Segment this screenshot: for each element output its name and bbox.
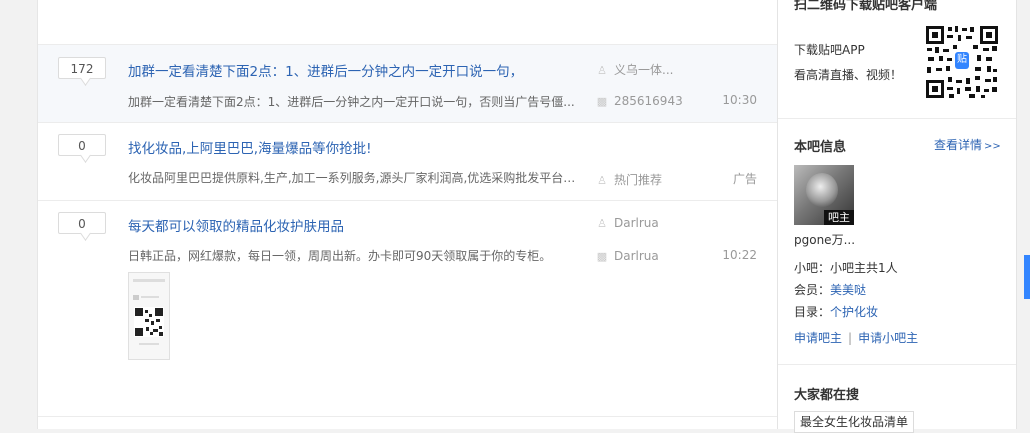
thread-last-replier[interactable]: ▩ 285616943 bbox=[596, 94, 683, 108]
thread-title-link[interactable]: 每天都可以领取的精品化妆护肤用品 bbox=[128, 215, 568, 235]
user-icon: ♙ bbox=[597, 64, 607, 77]
thread-title-link[interactable]: 找化妆品,上阿里巴巴,海量爆品等你抢批! bbox=[128, 137, 568, 157]
member-label: 会员： bbox=[794, 283, 831, 297]
thread-title-link[interactable]: 加群一定看清楚下面2点：1、进群后一分钟之内一定开口说一句， bbox=[128, 60, 568, 80]
tieba-logo-icon: 贴 bbox=[957, 54, 967, 65]
qr-code-image bbox=[129, 273, 169, 359]
view-details-link[interactable]: 查看详情 >> bbox=[934, 136, 1001, 153]
apply-row: 申请吧主 | 申请小吧主 bbox=[794, 329, 918, 346]
trending-search-title: 大家都在搜 bbox=[794, 388, 860, 403]
app-download-text: 下载贴吧APP bbox=[794, 43, 865, 57]
sidebar: 扫二维码下载贴吧客户端 下载贴吧APP 看高清直播、视频！ 贴 本吧信息 查看详… bbox=[777, 0, 1017, 433]
thread-last-replier[interactable]: ▩ Darlrua bbox=[596, 249, 659, 263]
thread-item[interactable]: 0 找化妆品,上阿里巴巴,海量爆品等你抢批! 化妆品阿里巴巴提供原料,生产,加工… bbox=[38, 123, 777, 201]
app-feature-text: 看高清直播、视频！ bbox=[794, 68, 903, 82]
apply-small-moderator-link[interactable]: 申请小吧主 bbox=[858, 331, 918, 345]
moderator-name[interactable]: pgone万... bbox=[794, 231, 855, 248]
user-icon: ♙ bbox=[597, 217, 607, 230]
comment-icon: ▩ bbox=[596, 250, 608, 263]
last-replier-name[interactable]: Darlrua bbox=[614, 249, 659, 263]
search-tag[interactable]: 最全女生化妆品清单 bbox=[794, 411, 915, 433]
catalog-link[interactable]: 个护化妆 bbox=[830, 305, 878, 319]
thread-item[interactable]: 172 加群一定看清楚下面2点：1、进群后一分钟之内一定开口说一句， 加群一定看… bbox=[38, 44, 777, 123]
thread-author[interactable]: ♙ Darlrua bbox=[596, 216, 659, 230]
small-moderator-count: 小吧主共1人 bbox=[830, 261, 898, 275]
thread-author[interactable]: ♙ 热门推荐 bbox=[596, 171, 662, 188]
member-row: 会员：美美哒 bbox=[794, 281, 866, 298]
avatar-photo bbox=[806, 173, 838, 207]
author-name[interactable]: 热门推荐 bbox=[614, 173, 662, 187]
small-moderator-row: 小吧：小吧主共1人 bbox=[794, 259, 898, 276]
user-icon: ♙ bbox=[597, 174, 607, 187]
member-name-link[interactable]: 美美哒 bbox=[830, 283, 866, 297]
forum-info-title: 本吧信息 bbox=[794, 140, 847, 155]
catalog-row: 目录：个护化妆 bbox=[794, 303, 878, 320]
reply-count-badge: 172 bbox=[58, 57, 106, 79]
reply-count-badge: 0 bbox=[58, 134, 106, 156]
ad-label: 广告 bbox=[732, 172, 757, 186]
qr-code[interactable]: 贴 bbox=[925, 25, 999, 99]
thread-time: 10:30 bbox=[722, 93, 757, 107]
moderator-badge: 吧主 bbox=[824, 210, 854, 225]
separator: | bbox=[848, 331, 853, 345]
scroll-indicator[interactable] bbox=[1024, 255, 1030, 299]
thread-abstract: 日韩正品，网红爆款，每日一领，周周出新。办卡即可90天领取属于你的专柜。 bbox=[128, 249, 552, 263]
qr-heading: 扫二维码下载贴吧客户端 bbox=[794, 0, 938, 13]
small-moderator-label: 小吧： bbox=[794, 261, 831, 275]
last-replier-name[interactable]: 285616943 bbox=[614, 94, 683, 108]
moderator-avatar[interactable]: 吧主 bbox=[794, 165, 854, 225]
thread-image-thumbnail[interactable] bbox=[128, 272, 170, 360]
thread-abstract: 加群一定看清楚下面2点：1、进群后一分钟之内一定开口说一句，否则当广告号僵... bbox=[128, 95, 575, 109]
reply-count-badge: 0 bbox=[58, 212, 106, 234]
thread-abstract: 化妆品阿里巴巴提供原料,生产,加工一系列服务,源头厂家利润高,优选采购批发平台阿… bbox=[128, 171, 583, 185]
author-name[interactable]: Darlrua bbox=[614, 216, 659, 230]
thread-author[interactable]: ♙ 义乌一体... bbox=[596, 61, 673, 78]
view-details-label[interactable]: 查看详情 bbox=[934, 138, 982, 152]
apply-moderator-link[interactable]: 申请吧主 bbox=[794, 331, 842, 345]
chevron-right-double-icon: >> bbox=[984, 141, 1001, 152]
author-name[interactable]: 义乌一体... bbox=[614, 63, 673, 77]
catalog-label: 目录： bbox=[794, 305, 831, 319]
thread-list: 172 加群一定看清楚下面2点：1、进群后一分钟之内一定开口说一句， 加群一定看… bbox=[37, 0, 777, 429]
comment-icon: ▩ bbox=[596, 95, 608, 108]
thread-time: 10:22 bbox=[722, 248, 757, 262]
